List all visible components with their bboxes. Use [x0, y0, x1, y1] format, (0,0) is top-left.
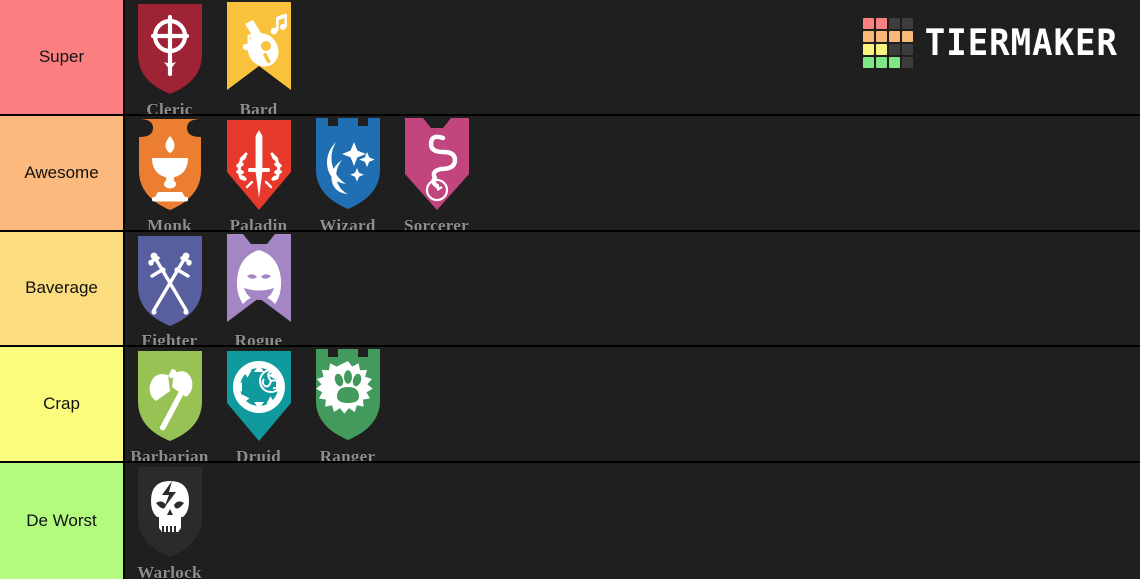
logo-grid-cell-2: [888, 18, 900, 29]
class-badge[interactable]: [130, 463, 210, 559]
logo-grid-cell-12: [862, 57, 874, 68]
tier-label-baverage[interactable]: Baverage: [0, 231, 125, 346]
lute-icon: [226, 2, 291, 90]
class-badge[interactable]: [130, 0, 210, 96]
tier-row: Baverage Fighter Rogue: [0, 231, 1140, 348]
class-badge[interactable]: [219, 0, 299, 96]
class-name-label: Druid: [236, 447, 281, 464]
tier-item[interactable]: Barbarian: [125, 347, 214, 464]
oil-lamp-icon: [138, 118, 201, 210]
celtic-circle-icon: [226, 351, 291, 442]
tier-row: Awesome Monk Paladin Wizard Sorcerer: [0, 115, 1140, 232]
tier-item[interactable]: Ranger: [303, 347, 392, 464]
hooded-figure-icon: [226, 233, 291, 322]
tier-item[interactable]: Bard: [214, 0, 303, 116]
class-badge[interactable]: [308, 347, 388, 443]
logo-grid-icon: [862, 18, 913, 68]
class-name-label: Fighter: [141, 331, 198, 348]
tier-label-de-worst[interactable]: De Worst: [0, 463, 125, 579]
logo-grid-cell-1: [875, 18, 887, 29]
tier-items-container[interactable]: Barbarian Druid Ranger: [125, 347, 1140, 461]
paw-print-icon: [315, 349, 380, 441]
logo-grid-cell-13: [875, 57, 887, 68]
class-badge[interactable]: [219, 116, 299, 212]
logo-grid-cell-9: [875, 44, 887, 55]
tier-label-awesome[interactable]: Awesome: [0, 115, 125, 230]
logo-grid-cell-5: [875, 31, 887, 42]
class-name-label: Monk: [147, 215, 192, 232]
tier-items-container[interactable]: Fighter Rogue: [125, 231, 1140, 348]
celtic-cross-icon: [137, 4, 202, 94]
tier-item[interactable]: Druid: [214, 347, 303, 464]
tier-item[interactable]: Monk: [125, 116, 214, 232]
tiermaker-logo: TIERMAKER: [862, 18, 1118, 68]
class-badge[interactable]: [397, 116, 477, 212]
logo-grid-cell-3: [901, 18, 913, 29]
tier-item[interactable]: Fighter: [125, 232, 214, 348]
battle-axe-icon: [137, 351, 202, 442]
tier-item[interactable]: Paladin: [214, 116, 303, 232]
class-name-label: Warlock: [137, 562, 202, 579]
logo-grid-cell-4: [862, 31, 874, 42]
class-badge[interactable]: [219, 347, 299, 443]
class-name-label: Paladin: [229, 215, 288, 232]
class-name-label: Barbarian: [130, 447, 209, 464]
class-name-label: Wizard: [319, 215, 376, 232]
class-badge[interactable]: [308, 116, 388, 212]
crossed-swords-icon: [137, 235, 202, 326]
logo-grid-cell-6: [888, 31, 900, 42]
skull-lightning-icon: [137, 467, 202, 558]
tier-item[interactable]: Wizard: [303, 116, 392, 232]
logo-grid-cell-8: [862, 44, 874, 55]
tier-item[interactable]: Rogue: [214, 232, 303, 348]
class-badge[interactable]: [130, 232, 210, 328]
tier-label-super[interactable]: Super: [0, 0, 125, 114]
tier-item[interactable]: Warlock: [125, 463, 214, 579]
class-name-label: Rogue: [234, 331, 283, 348]
tier-items-container[interactable]: Warlock: [125, 463, 1140, 579]
smoke-swirl-icon: [404, 117, 469, 210]
class-badge[interactable]: [130, 347, 210, 443]
tier-item[interactable]: Cleric: [125, 0, 214, 116]
class-name-label: Sorcerer: [403, 215, 469, 232]
logo-grid-cell-11: [901, 44, 913, 55]
class-name-label: Cleric: [146, 99, 193, 116]
class-name-label: Ranger: [319, 447, 376, 464]
logo-grid-cell-14: [888, 57, 900, 68]
logo-grid-cell-7: [901, 31, 913, 42]
logo-grid-cell-15: [901, 57, 913, 68]
tier-item[interactable]: Sorcerer: [392, 116, 481, 232]
tier-label-crap[interactable]: Crap: [0, 347, 125, 462]
swirl-stars-icon: [315, 117, 380, 209]
sword-laurel-icon: [226, 119, 291, 210]
logo-grid-cell-10: [888, 44, 900, 55]
logo-grid-cell-0: [862, 18, 874, 29]
logo-wordmark: TIERMAKER: [924, 21, 1118, 65]
tier-row: Crap Barbarian Druid Ranger: [0, 347, 1140, 464]
tier-list: Super Cleric Bard Awesome Monk Paladin W…: [0, 0, 1140, 579]
tier-row: De Worst Warlock: [0, 463, 1140, 579]
class-badge[interactable]: [219, 232, 299, 328]
class-badge[interactable]: [130, 116, 210, 212]
class-name-label: Bard: [239, 99, 278, 116]
tier-items-container[interactable]: Monk Paladin Wizard Sorcerer: [125, 115, 1140, 232]
